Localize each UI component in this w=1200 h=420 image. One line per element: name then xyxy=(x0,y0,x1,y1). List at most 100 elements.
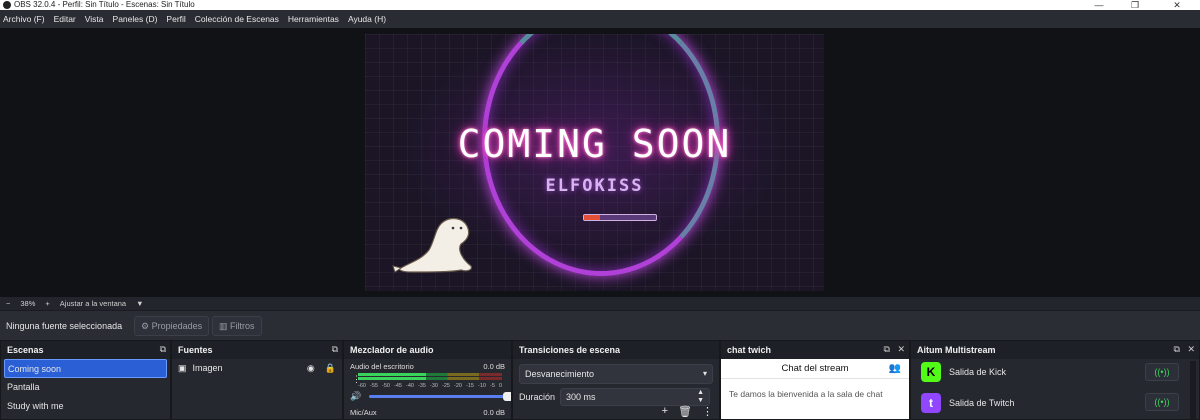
more-icon[interactable]: ⋮ xyxy=(702,405,713,418)
duration-label: Duración xyxy=(519,392,556,402)
multistream-title: Aitum Multistream xyxy=(917,345,996,355)
sources-dock-header: Fuentes ⧉ xyxy=(172,341,342,359)
dock-controls: ⧉ ✕ xyxy=(884,344,906,355)
zoom-level: 38% xyxy=(20,299,36,308)
channel-name: Mic/Aux xyxy=(350,408,377,417)
meter-scale: -60 -55 -50 -45 -40 -35 -30 -25 -20 -15 -10 -5 0 xyxy=(358,383,502,389)
meter-scale-tick: -55 xyxy=(370,383,378,389)
broadcast-icon: ((•)) xyxy=(1154,397,1170,407)
properties-label: Propiedades xyxy=(151,321,203,331)
visibility-eye-icon[interactable]: ◉ xyxy=(307,359,315,377)
stream-toggle-button[interactable]: ((•)) xyxy=(1145,393,1179,411)
no-source-label: Ninguna fuente seleccionada xyxy=(6,321,123,331)
transition-selected: Desvanecimiento xyxy=(525,369,595,379)
output-row: t Salida de Twitch ((•)) xyxy=(911,385,1199,419)
meter-scale-tick: -40 xyxy=(406,383,414,389)
transitions-dock: Transiciones de escena Desvanecimiento ▾… xyxy=(512,340,720,420)
filters-button[interactable]: ▥ Filtros xyxy=(212,316,262,336)
scene-item[interactable]: Pantalla xyxy=(1,378,170,397)
output-label: Salida de Twitch xyxy=(949,398,1015,408)
menu-herramientas[interactable]: Herramientas xyxy=(288,14,339,24)
meter-level xyxy=(358,377,426,380)
properties-button[interactable]: ⚙ Propiedades xyxy=(134,316,210,336)
scenes-dock: Escenas ⧉ Coming soon Pantalla Study wit… xyxy=(0,340,171,420)
lock-icon[interactable]: 🔒 xyxy=(325,359,336,377)
volume-slider-knob[interactable] xyxy=(503,392,511,401)
chat-dock: chat twich ⧉ ✕ Chat del stream 👥 Te damo… xyxy=(720,340,910,420)
source-item[interactable]: ▣ Imagen ◉ 🔒 xyxy=(172,359,342,377)
zoom-dropdown-icon[interactable]: ▼ xyxy=(136,299,143,308)
meter-scale-tick: -50 xyxy=(382,383,390,389)
meter-scale-tick: -30 xyxy=(430,383,438,389)
zoom-in-button[interactable]: + xyxy=(45,299,49,308)
image-source-icon: ▣ xyxy=(178,363,187,373)
kick-logo-icon: K xyxy=(921,362,941,382)
mixer-title: Mezclador de audio xyxy=(350,345,434,355)
transition-select[interactable]: Desvanecimiento ▾ xyxy=(519,364,713,384)
close-button[interactable]: ✕ xyxy=(1160,0,1194,10)
channel-db: 0.0 dB xyxy=(483,362,505,371)
menu-archivo[interactable]: Archivo (F) xyxy=(3,14,45,24)
preview-canvas[interactable]: COMING SOON ELFOKISS xyxy=(365,34,824,291)
chat-dock-title: chat twich xyxy=(727,345,772,355)
preview-area[interactable]: COMING SOON ELFOKISS xyxy=(0,28,1200,297)
close-icon[interactable]: ✕ xyxy=(1187,344,1195,354)
coming-soon-headline: COMING SOON xyxy=(457,122,732,166)
menu-perfil[interactable]: Perfil xyxy=(166,14,185,24)
fit-window-label[interactable]: Ajustar a la ventana xyxy=(60,299,126,308)
scenes-title: Escenas xyxy=(7,345,44,355)
output-row: K Salida de Kick ((•)) xyxy=(911,359,1199,385)
speaker-icon[interactable]: 🔊 xyxy=(350,391,361,402)
volume-slider[interactable] xyxy=(369,392,511,401)
add-icon[interactable]: + xyxy=(662,405,668,418)
streamer-name: ELFOKISS xyxy=(545,176,644,196)
mixer-dock-header: Mezclador de audio xyxy=(344,341,511,359)
chat-body: Chat del stream 👥 Te damos la bienvenida… xyxy=(721,359,909,419)
window-titlebar: OBS 32.0.4 - Perfil: Sin Título - Escena… xyxy=(0,0,1200,10)
sources-title: Fuentes xyxy=(178,345,213,355)
obs-logo-icon xyxy=(3,1,11,9)
filters-label: Filtros xyxy=(230,321,255,331)
meter-scale-tick: 0 xyxy=(498,383,502,389)
volume-row: 🔊 xyxy=(344,391,511,402)
trash-icon[interactable]: 🗑 xyxy=(678,405,692,418)
zoom-out-button[interactable]: − xyxy=(6,299,10,308)
duration-value: 300 ms xyxy=(566,392,596,402)
scene-item[interactable]: Coming soon xyxy=(4,359,167,378)
undock-icon[interactable]: ⧉ xyxy=(332,344,338,355)
meter-scale-tick: -25 xyxy=(442,383,450,389)
channel-mic-header: Mic/Aux 0.0 dB xyxy=(344,402,511,417)
scene-item[interactable]: Study with me xyxy=(1,397,170,416)
undock-icon[interactable]: ⧉ xyxy=(160,344,166,355)
seal-illustration xyxy=(392,217,472,273)
menu-ayuda[interactable]: Ayuda (H) xyxy=(348,14,386,24)
close-icon[interactable]: ✕ xyxy=(897,344,905,354)
undock-icon[interactable]: ⧉ xyxy=(884,344,890,354)
menu-paneles[interactable]: Paneles (D) xyxy=(113,14,158,24)
chat-dock-header: chat twich ⧉ ✕ xyxy=(721,341,909,359)
minimize-button[interactable]: — xyxy=(1082,0,1116,10)
spin-arrows-icon[interactable]: ▲ ▼ xyxy=(697,389,704,405)
loading-bar xyxy=(583,214,657,221)
transitions-dock-header: Transiciones de escena xyxy=(513,341,719,359)
meter-scale-tick: -45 xyxy=(394,383,402,389)
undock-icon[interactable]: ⧉ xyxy=(1174,344,1180,354)
duration-input[interactable]: 300 ms ▲ ▼ xyxy=(560,388,711,406)
source-toolbar: Ninguna fuente seleccionada ⚙ Propiedade… xyxy=(0,310,1200,340)
meter-scale-tick: -15 xyxy=(466,383,474,389)
stream-toggle-button[interactable]: ((•)) xyxy=(1145,363,1179,381)
audio-meter xyxy=(358,373,502,383)
filter-icon: ▥ xyxy=(219,321,228,331)
users-icon[interactable]: 👥 xyxy=(889,359,901,379)
menu-editar[interactable]: Editar xyxy=(54,14,76,24)
restore-button[interactable]: ❐ xyxy=(1118,0,1152,10)
menu-vista[interactable]: Vista xyxy=(85,14,104,24)
meter-scale-tick: -5 xyxy=(490,383,495,389)
menu-coleccion-escenas[interactable]: Colección de Escenas xyxy=(195,14,279,24)
scrollbar[interactable] xyxy=(1190,361,1196,419)
scenes-dock-header: Escenas ⧉ xyxy=(1,341,170,359)
menu-bar: Archivo (F) Editar Vista Paneles (D) Per… xyxy=(0,10,1200,28)
window-title: OBS 32.0.4 - Perfil: Sin Título - Escena… xyxy=(14,0,195,9)
transitions-title: Transiciones de escena xyxy=(519,345,621,355)
sources-dock: Fuentes ⧉ ▣ Imagen ◉ 🔒 xyxy=(171,340,343,420)
